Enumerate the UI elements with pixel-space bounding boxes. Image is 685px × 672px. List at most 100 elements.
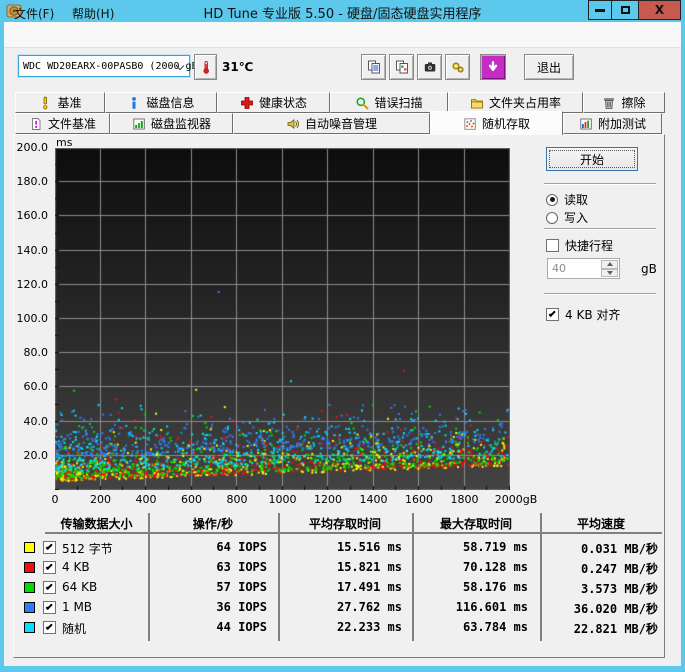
maximize-button[interactable] bbox=[611, 0, 639, 20]
table-row-random: 随机 44 IOPS 22.233 ms 63.784 ms 22.821 MB… bbox=[0, 618, 670, 638]
y-axis-tick-label: 140.0 bbox=[16, 243, 49, 257]
col-header-avg-access: 平均存取时间 bbox=[308, 517, 381, 531]
short-stroke-checkbox[interactable] bbox=[546, 239, 559, 252]
copy-image-button[interactable] bbox=[389, 54, 414, 80]
save-results-button[interactable] bbox=[480, 54, 506, 80]
avg-speed-value: 22.821 MB/秒 bbox=[573, 622, 658, 636]
drive-select-dropdown[interactable]: WDC WD20EARX-00PASB0 (2000 gB) bbox=[18, 55, 204, 77]
maximize-icon bbox=[620, 6, 630, 14]
menu-file[interactable]: 文件(F) bbox=[4, 0, 64, 26]
series-random-checkbox[interactable] bbox=[43, 621, 56, 634]
x-axis-tick-label: 1800 bbox=[450, 493, 479, 506]
iops-value: 64 IOPS bbox=[216, 540, 267, 554]
radio-dot bbox=[549, 197, 555, 202]
align-4kb-row[interactable]: 4 KB 对齐 bbox=[546, 306, 620, 323]
y-axis: 200.0 180.0 160.0 140.0 120.0 100.0 80.0 60.0 40… bbox=[12, 141, 52, 498]
random-access-icon bbox=[464, 117, 476, 130]
tab-disk-monitor[interactable]: 磁盘监视器 bbox=[110, 113, 233, 134]
thermometer-icon bbox=[202, 61, 209, 74]
x-axis-tick-label: 0 bbox=[51, 493, 59, 506]
copy-image-icon bbox=[395, 60, 408, 74]
tab-label: 文件基准 bbox=[47, 117, 96, 131]
tab-extra-tests[interactable]: 附加测试 bbox=[563, 113, 662, 134]
series-color-swatch bbox=[24, 542, 35, 553]
tab-benchmark[interactable]: 基准 bbox=[15, 92, 105, 113]
avg-access-value: 15.821 ms bbox=[336, 560, 402, 574]
x-axis-tick-label: 400 bbox=[135, 493, 157, 506]
write-radio-row[interactable]: 写入 bbox=[546, 209, 588, 226]
tab-row-2: 文件基准 磁盘监视器 自动噪音管理 随机存取 附加测试 bbox=[15, 111, 662, 135]
x-axis-tick-label: 1400 bbox=[359, 493, 388, 506]
menu-help[interactable]: 帮助(H) bbox=[62, 0, 124, 26]
tab-aam[interactable]: 自动噪音管理 bbox=[233, 113, 430, 134]
spinner-buttons bbox=[601, 260, 618, 277]
minimize-button[interactable] bbox=[588, 0, 612, 20]
tab-disk-info[interactable]: 磁盘信息 bbox=[105, 92, 217, 113]
series-1mb-checkbox[interactable] bbox=[43, 601, 56, 614]
read-radio-row[interactable]: 读取 bbox=[546, 191, 588, 208]
start-button[interactable]: 开始 bbox=[546, 147, 638, 171]
spinner-up-button[interactable] bbox=[601, 260, 618, 269]
series-color-swatch bbox=[24, 602, 35, 613]
series-512-checkbox[interactable] bbox=[43, 541, 56, 554]
tab-label: 磁盘信息 bbox=[146, 96, 195, 110]
tab-label: 自动噪音管理 bbox=[304, 117, 377, 131]
extra-tests-icon bbox=[580, 118, 592, 129]
tab-label: 健康状态 bbox=[258, 96, 307, 110]
check-icon bbox=[45, 582, 53, 590]
health-icon bbox=[241, 96, 253, 109]
screenshot-button[interactable] bbox=[417, 54, 442, 80]
max-access-value: 63.784 ms bbox=[462, 620, 528, 634]
col-header-max-access: 最大存取时间 bbox=[439, 517, 512, 531]
camera-icon bbox=[424, 62, 435, 72]
x-axis-tick-label: 200 bbox=[90, 493, 111, 506]
avg-access-value: 22.233 ms bbox=[336, 620, 402, 634]
tab-random-access[interactable]: 随机存取 bbox=[430, 111, 563, 135]
options-button[interactable] bbox=[445, 54, 470, 80]
temperature-button[interactable] bbox=[194, 54, 217, 80]
col-header-avg-speed: 平均速度 bbox=[576, 517, 625, 531]
tab-label: 错误扫描 bbox=[374, 96, 423, 110]
copy-text-button[interactable] bbox=[361, 54, 386, 80]
tab-label: 擦除 bbox=[621, 96, 646, 110]
download-arrow-icon bbox=[488, 61, 498, 71]
access-time-scatter-plot bbox=[55, 148, 510, 490]
avg-access-value: 15.516 ms bbox=[336, 540, 402, 554]
series-color-swatch bbox=[24, 582, 35, 593]
tab-folder-usage[interactable]: 文件夹占用率 bbox=[448, 92, 583, 113]
check-icon bbox=[548, 309, 556, 317]
series-color-swatch bbox=[24, 622, 35, 633]
tab-error-scan[interactable]: 错误扫描 bbox=[330, 92, 448, 113]
spinner-down-button[interactable] bbox=[601, 268, 618, 277]
tab-health[interactable]: 健康状态 bbox=[217, 92, 330, 113]
series-label: 随机 bbox=[62, 622, 87, 636]
y-axis-tick-label: 40.0 bbox=[23, 414, 49, 428]
x-axis-tick-label: 1200 bbox=[314, 493, 342, 506]
separator bbox=[544, 293, 656, 295]
short-stroke-size-value: 40 bbox=[552, 262, 566, 275]
tab-file-benchmark[interactable]: 文件基准 bbox=[15, 113, 110, 134]
header-rule bbox=[45, 532, 662, 534]
series-64kb-checkbox[interactable] bbox=[43, 581, 56, 594]
avg-speed-value: 3.573 MB/秒 bbox=[580, 582, 658, 596]
check-icon bbox=[45, 622, 53, 630]
close-button[interactable]: X bbox=[638, 0, 681, 20]
align-4kb-checkbox[interactable] bbox=[546, 308, 559, 321]
separator bbox=[544, 228, 656, 230]
temperature-value: 31℃ bbox=[222, 60, 254, 74]
separator bbox=[544, 183, 656, 185]
up-arrow-icon bbox=[606, 262, 613, 267]
read-radio[interactable] bbox=[546, 193, 558, 206]
tab-erase[interactable]: 擦除 bbox=[583, 92, 665, 113]
max-access-value: 116.601 ms bbox=[455, 600, 528, 614]
x-axis-tick-label: 2000gB bbox=[494, 493, 538, 506]
short-stroke-row[interactable]: 快捷行程 bbox=[546, 237, 613, 254]
write-radio[interactable] bbox=[546, 211, 558, 224]
table-row-4kb: 4 KB 63 IOPS 15.821 ms 70.128 ms 0.247 M… bbox=[0, 558, 670, 578]
y-axis-tick-label: 80.0 bbox=[23, 346, 49, 360]
short-stroke-size-input[interactable]: 40 bbox=[547, 258, 620, 279]
exit-button[interactable]: 退出 bbox=[524, 54, 574, 80]
series-4kb-checkbox[interactable] bbox=[43, 561, 56, 574]
benchmark-icon bbox=[43, 96, 48, 109]
check-icon bbox=[45, 602, 53, 610]
